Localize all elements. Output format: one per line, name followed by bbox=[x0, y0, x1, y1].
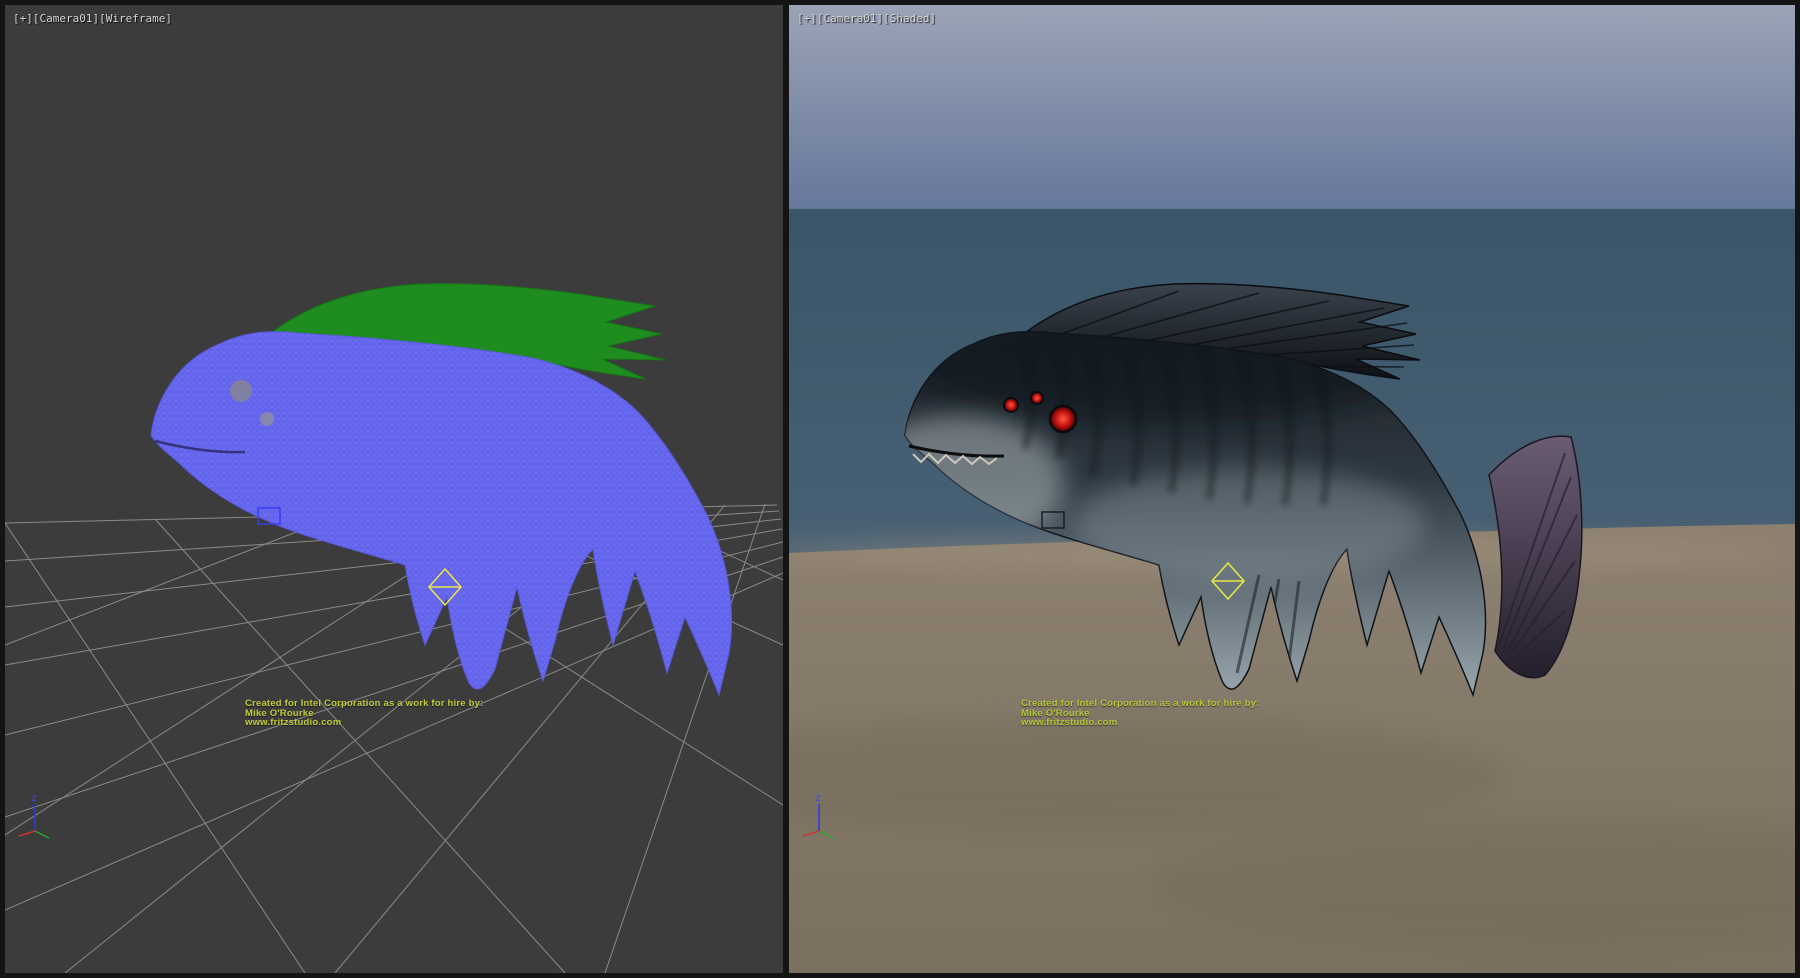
fish-eye-small-1 bbox=[1004, 398, 1018, 412]
axis-x-line bbox=[803, 831, 819, 836]
scene-canvas-shaded[interactable] bbox=[789, 5, 1795, 973]
viewport-label: [+][Camera01][Shaded] bbox=[797, 12, 936, 25]
viewport-camera-button[interactable]: [Camera01] bbox=[817, 12, 883, 25]
credit-text: Created for Intel Corporation as a work … bbox=[245, 699, 483, 728]
viewport-mode-button[interactable]: [Shaded] bbox=[883, 12, 936, 25]
viewport-camera-button[interactable]: [Camera01] bbox=[33, 12, 99, 25]
fish-eye-small-2 bbox=[1031, 392, 1043, 404]
fish-eye-socket-large bbox=[230, 380, 252, 402]
axis-z-label: z bbox=[815, 793, 821, 804]
axis-y-line bbox=[819, 831, 833, 838]
axis-x-line bbox=[19, 831, 35, 836]
axis-y-line bbox=[35, 831, 49, 838]
viewport-wireframe[interactable]: [+][Camera01][Wireframe] Created for Int… bbox=[5, 5, 783, 973]
credit-line-3: www.fritzstudio.com bbox=[1021, 718, 1259, 728]
credit-line-3: www.fritzstudio.com bbox=[245, 718, 483, 728]
viewport-shaded[interactable]: [+][Camera01][Shaded] Created for Intel … bbox=[789, 5, 1795, 973]
viewport-mode-button[interactable]: [Wireframe] bbox=[99, 12, 172, 25]
axis-tripod: z bbox=[799, 791, 843, 843]
axis-z-label: z bbox=[31, 793, 37, 804]
viewport-menu-button[interactable]: [+] bbox=[797, 12, 817, 25]
viewport-menu-button[interactable]: [+] bbox=[13, 12, 33, 25]
credit-text: Created for Intel Corporation as a work … bbox=[1021, 699, 1259, 728]
application-window: [+][Camera01][Wireframe] Created for Int… bbox=[0, 0, 1800, 978]
scene-canvas-wireframe[interactable] bbox=[5, 5, 783, 973]
sky bbox=[789, 5, 1795, 208]
axis-tripod: z bbox=[15, 791, 59, 843]
fish-eye-large bbox=[1050, 406, 1076, 432]
fish-eye-socket-small bbox=[260, 412, 274, 426]
viewport-label: [+][Camera01][Wireframe] bbox=[13, 12, 172, 25]
